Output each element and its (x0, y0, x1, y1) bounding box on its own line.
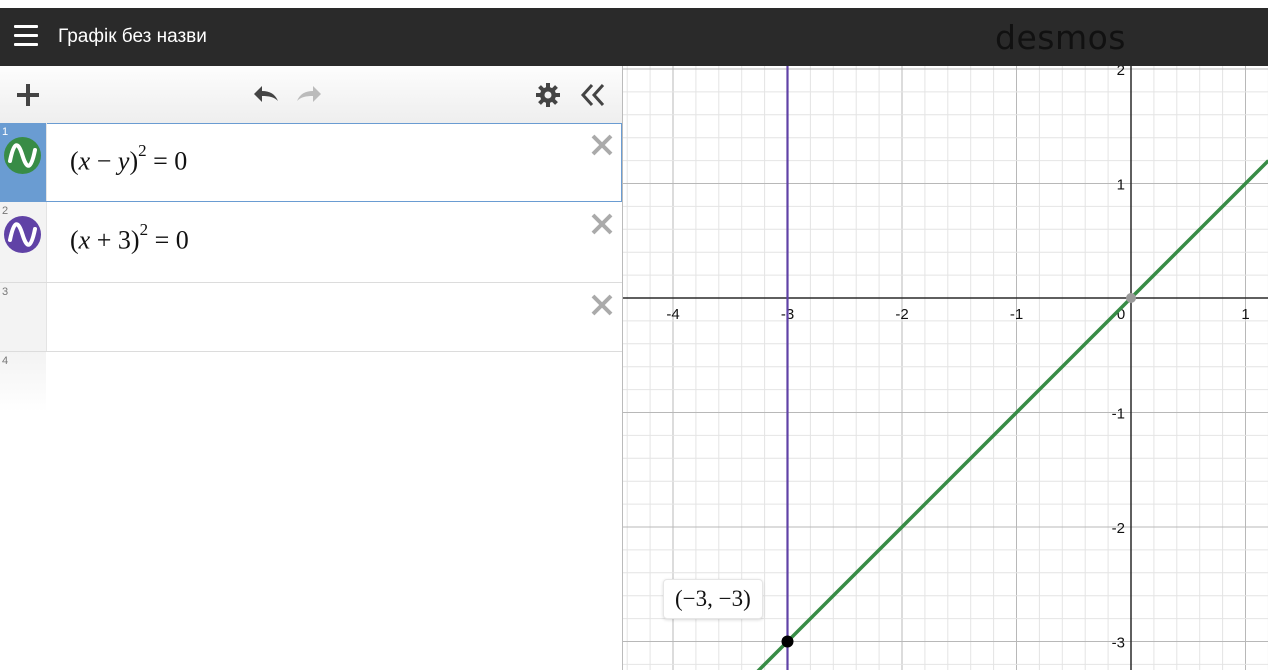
close-icon[interactable] (590, 133, 614, 157)
y-tick-label: -3 (1112, 635, 1125, 652)
formula-constant: 3 (117, 225, 131, 255)
close-icon[interactable] (590, 293, 614, 317)
formula-operator: − (96, 146, 112, 176)
formula-operator: + (96, 225, 112, 255)
formula-rhs: = 0 (154, 225, 189, 255)
origin-point (1126, 293, 1136, 303)
intersection-point (781, 635, 794, 648)
formula-var-x: x (78, 146, 91, 176)
header-bar: Графік без назви desmos (0, 8, 1268, 66)
expression-gutter: 4 (0, 352, 46, 412)
top-strip (0, 0, 1268, 8)
expression-gutter: 2 (0, 202, 47, 282)
undo-icon[interactable] (250, 83, 280, 110)
x-tick-label: -2 (895, 306, 908, 323)
x-tick-label: 1 (1241, 306, 1249, 323)
desmos-logo: desmos (995, 18, 1126, 57)
expression-toolbar (0, 66, 622, 124)
expression-index: 4 (2, 355, 9, 367)
formula-exponent: 2 (139, 220, 149, 239)
gear-icon[interactable] (536, 83, 560, 112)
expression-gutter: 1 (0, 123, 47, 201)
plus-icon[interactable] (16, 83, 40, 112)
expression-row-2[interactable]: 2 (x + 3)2 = 0 (0, 202, 622, 283)
formula-var-y: y (117, 146, 130, 176)
graph-title[interactable]: Графік без назви (58, 26, 207, 48)
expression-list: 1 (x − y)2 = 0 2 (x + 3)2 = 0 3 4 (0, 123, 622, 412)
graph-color-icon[interactable] (4, 137, 41, 174)
graph-color-icon[interactable] (4, 216, 41, 253)
close-icon[interactable] (590, 212, 614, 236)
x-tick-label: -1 (1010, 306, 1023, 323)
menu-icon[interactable] (14, 25, 38, 47)
y-tick-label: 1 (1117, 177, 1125, 194)
redo-icon[interactable] (295, 83, 325, 110)
math-input[interactable]: (x − y)2 = 0 (70, 141, 188, 177)
formula-rhs: = 0 (153, 146, 188, 176)
expression-panel: 1 (x − y)2 = 0 2 (x + 3)2 = 0 3 4 (0, 66, 622, 670)
y-tick-label: -1 (1112, 406, 1125, 423)
double-chevron-left-icon[interactable] (580, 83, 606, 112)
y-tick-label: 2 (1117, 66, 1125, 79)
expression-row-3[interactable]: 3 (0, 283, 622, 352)
expression-row-4[interactable]: 4 (0, 352, 622, 412)
formula-var-x: x (78, 225, 91, 255)
expression-index: 3 (2, 286, 9, 298)
y-tick-label: -2 (1112, 520, 1125, 537)
graph-paper[interactable]: -4-3-2-10121-1-2-3 (−3, −3) (622, 66, 1268, 670)
point-coordinate-label[interactable]: (−3, −3) (663, 579, 763, 619)
formula-exponent: 2 (138, 141, 147, 160)
expression-row-1[interactable]: 1 (x − y)2 = 0 (0, 123, 622, 202)
math-input[interactable]: (x + 3)2 = 0 (70, 220, 189, 256)
x-tick-label: -4 (666, 306, 679, 323)
expression-gutter: 3 (0, 283, 47, 351)
